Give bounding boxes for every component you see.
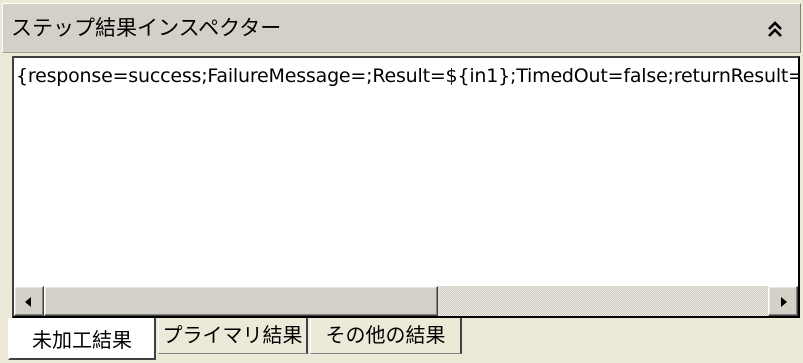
tab-other-results[interactable]: その他の結果 bbox=[310, 318, 462, 354]
scroll-left-button[interactable] bbox=[14, 286, 44, 316]
tab-raw-result[interactable]: 未加工結果 bbox=[8, 318, 156, 360]
raw-result-view[interactable]: {response=success;FailureMessage=;Result… bbox=[12, 56, 800, 318]
raw-result-text: {response=success;FailureMessage=;Result… bbox=[16, 65, 800, 87]
arrow-left-icon bbox=[25, 297, 31, 307]
double-chevron-up-icon bbox=[768, 21, 782, 37]
tab-primary-result[interactable]: プライマリ結果 bbox=[158, 318, 308, 354]
panel-titlebar: ステップ結果インスペクター bbox=[2, 3, 801, 53]
horizontal-scrollbar[interactable] bbox=[14, 286, 798, 316]
arrow-right-icon bbox=[781, 297, 787, 307]
collapse-button[interactable] bbox=[764, 18, 786, 40]
scroll-right-button[interactable] bbox=[768, 286, 798, 316]
panel-title: ステップ結果インスペクター bbox=[11, 16, 282, 40]
step-result-inspector-panel: ステップ結果インスペクター {response=success;FailureM… bbox=[0, 0, 803, 363]
scrollbar-thumb[interactable] bbox=[44, 286, 438, 316]
